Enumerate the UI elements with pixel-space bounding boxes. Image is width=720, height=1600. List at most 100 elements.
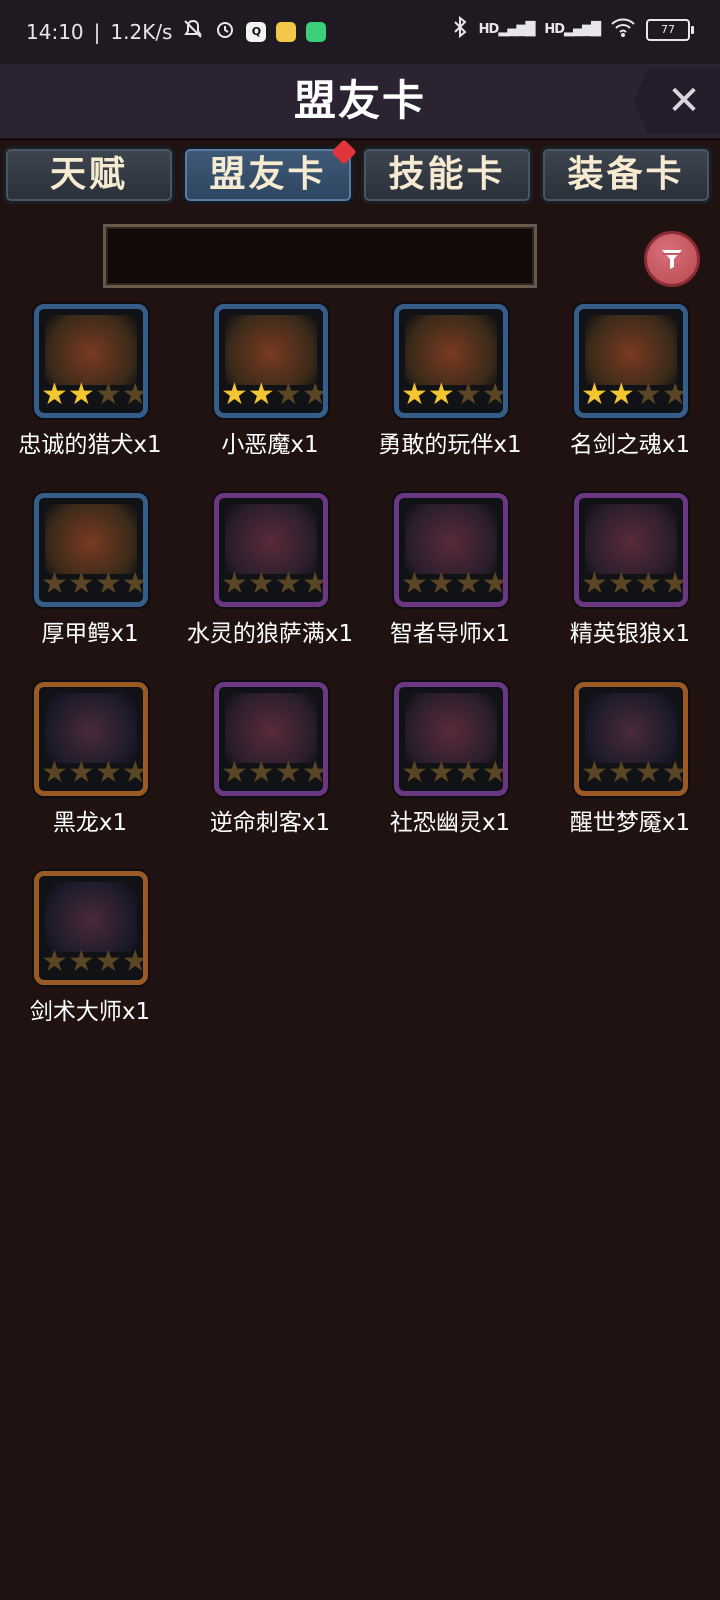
signal-strength-2: HD▂▄▆█	[544, 22, 601, 37]
ally-card[interactable]: ★★★★★ 厚甲鳄x1	[0, 489, 180, 677]
close-button[interactable]: ✕	[634, 68, 720, 134]
notification-badge	[331, 139, 357, 165]
ally-card[interactable]: ★★★★★ 小恶魔x1	[180, 300, 360, 488]
star-icon: ★	[607, 377, 635, 412]
filter-button[interactable]	[644, 231, 700, 287]
status-left: 14:10 | 1.2K/s Q	[26, 18, 327, 45]
character-art	[45, 315, 137, 385]
star-rating: ★★★★★	[581, 566, 683, 601]
message-icon	[276, 21, 297, 42]
star-icon: ★	[94, 755, 122, 790]
filter-icon	[662, 250, 682, 269]
ally-card[interactable]: ★★★★★ 忠诚的猎犬x1	[0, 300, 180, 488]
bell-off-icon	[182, 18, 204, 45]
status-time: 14:10	[26, 19, 84, 44]
card-label: 黑龙x1	[52, 810, 128, 836]
star-icon: ★	[607, 566, 635, 601]
star-icon: ★	[301, 377, 328, 412]
card-portrait: ★★★★★	[214, 304, 328, 418]
status-right: HD▂▄▆█ HD▂▄▆█ 77	[451, 15, 694, 43]
ally-card[interactable]: ★★★★★ 名剑之魂x1	[540, 300, 720, 488]
star-icon: ★	[121, 566, 148, 601]
card-portrait: ★★★★★	[34, 304, 148, 418]
battery-icon: 77	[646, 18, 694, 41]
card-portrait: ★★★★★	[34, 682, 148, 796]
star-rating: ★★★★★	[401, 377, 508, 412]
tab-ally-cards[interactable]: 盟友卡	[182, 139, 357, 204]
star-icon: ★	[67, 755, 95, 790]
star-icon: ★	[67, 566, 95, 601]
card-label: 小恶魔x1	[221, 432, 319, 458]
ally-card[interactable]: ★★★★★ 智者导师x1	[360, 489, 540, 677]
star-icon: ★	[634, 755, 662, 790]
card-portrait: ★★★★★	[214, 682, 328, 796]
card-portrait: ★★★★★	[394, 304, 508, 418]
star-icon: ★	[401, 755, 428, 790]
star-icon: ★	[427, 377, 455, 412]
card-label: 剑术大师x1	[29, 999, 151, 1025]
star-rating: ★★★★★	[221, 755, 323, 790]
character-art	[585, 504, 677, 574]
character-art	[225, 693, 317, 763]
character-art	[225, 315, 317, 385]
card-label: 水灵的狼萨满x1	[186, 621, 354, 647]
card-label: 智者导师x1	[389, 621, 511, 647]
ally-card[interactable]: ★★★★★ 黑龙x1	[0, 678, 180, 866]
star-rating: ★★★★★	[581, 377, 683, 412]
star-icon: ★	[221, 566, 248, 601]
star-icon: ★	[427, 566, 455, 601]
ally-card[interactable]: ★★★★★ 社恐幽灵x1	[360, 678, 540, 866]
tab-talent[interactable]: 天赋	[3, 146, 175, 204]
star-icon: ★	[221, 755, 248, 790]
close-icon: ✕	[667, 78, 701, 124]
star-rating: ★★★★★	[221, 566, 328, 601]
card-label: 厚甲鳄x1	[41, 621, 139, 647]
star-icon: ★	[634, 377, 662, 412]
star-rating: ★★★★★	[401, 566, 508, 601]
card-label: 忠诚的猎犬x1	[18, 432, 162, 458]
character-art	[585, 315, 677, 385]
card-portrait: ★★★★★	[34, 493, 148, 607]
tab-equipment-cards[interactable]: 装备卡	[540, 146, 712, 204]
star-rating: ★★★★★	[41, 377, 143, 412]
star-icon: ★	[581, 377, 608, 412]
star-icon: ★	[661, 755, 688, 790]
character-art	[405, 315, 497, 385]
tab-skill-cards[interactable]: 技能卡	[361, 146, 533, 204]
ally-card[interactable]: ★★★★★ 勇敢的玩伴x1	[360, 300, 540, 488]
star-icon: ★	[247, 755, 275, 790]
star-icon: ★	[221, 377, 248, 412]
star-rating: ★★★★★	[221, 377, 328, 412]
ally-card[interactable]: ★★★★★ 水灵的狼萨满x1	[180, 489, 360, 677]
star-icon: ★	[41, 566, 68, 601]
search-input[interactable]	[103, 224, 537, 288]
star-icon: ★	[274, 566, 302, 601]
star-icon: ★	[94, 944, 122, 979]
character-art	[405, 504, 497, 574]
card-portrait: ★★★★★	[34, 871, 148, 985]
star-icon: ★	[41, 377, 68, 412]
ally-card[interactable]: ★★★★★ 剑术大师x1	[0, 867, 180, 1055]
star-icon: ★	[634, 566, 662, 601]
star-rating: ★★★★★	[401, 755, 503, 790]
ally-card[interactable]: ★★★★★ 逆命刺客x1	[180, 678, 360, 866]
star-icon: ★	[401, 377, 428, 412]
star-icon: ★	[301, 566, 328, 601]
wifi-icon	[610, 16, 636, 43]
status-bar: 14:10 | 1.2K/s Q HD▂▄▆█ HD▂▄▆█ 77	[0, 0, 720, 64]
star-icon: ★	[481, 566, 508, 601]
star-icon: ★	[581, 566, 608, 601]
network-speed: 1.2K/s	[110, 19, 173, 44]
card-portrait: ★★★★★	[574, 493, 688, 607]
star-icon: ★	[247, 566, 275, 601]
page-title: 盟友卡	[293, 76, 426, 125]
status-divider: |	[93, 19, 101, 44]
card-label: 社恐幽灵x1	[389, 810, 511, 836]
ally-card[interactable]: ★★★★★ 醒世梦魇x1	[540, 678, 720, 866]
ally-card[interactable]: ★★★★★ 精英银狼x1	[540, 489, 720, 677]
star-icon: ★	[427, 755, 455, 790]
signal-2-label: HD	[544, 22, 565, 37]
signal-1-label: HD	[478, 22, 500, 37]
star-icon: ★	[481, 377, 508, 412]
card-label: 精英银狼x1	[569, 621, 691, 647]
